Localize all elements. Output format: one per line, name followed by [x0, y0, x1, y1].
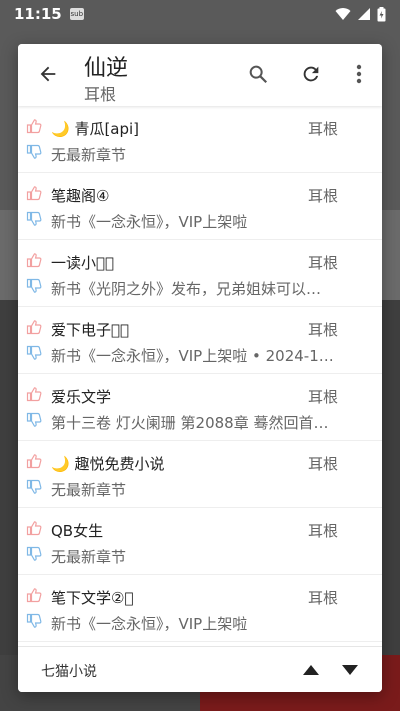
- thumb-up-icon[interactable]: [26, 453, 42, 469]
- dialog-footer: 七猫小说: [18, 646, 382, 692]
- source-row[interactable]: 笔趣阁④ 耳根新书《一念永恒》，VIP上架啦: [18, 173, 382, 240]
- signal-icon: [358, 8, 370, 20]
- book-title: 仙逆: [84, 56, 129, 81]
- thumb-down-icon[interactable]: [26, 546, 42, 562]
- source-row[interactable]: QB女生 耳根无最新章节: [18, 508, 382, 575]
- source-row[interactable]: 爱下电子书⃠ 耳根新书《一念永恒》，VIP上架啦 • 2024-1…: [18, 307, 382, 374]
- source-name: QB女生: [51, 522, 104, 540]
- source-row[interactable]: 爱乐文学 耳根第十三卷 灯火阑珊 第2088章 蓦然回首…: [18, 374, 382, 441]
- search-icon: [249, 65, 268, 84]
- thumb-up-icon[interactable]: [26, 520, 42, 536]
- notification-badge: sub: [69, 8, 84, 20]
- thumb-up-icon[interactable]: [26, 252, 42, 268]
- source-author: 耳根: [307, 522, 338, 540]
- source-row[interactable]: 一读小说⃠ 耳根新书《光阴之外》发布，兄弟姐妹可以…: [18, 240, 382, 307]
- source-author: 耳根: [307, 589, 338, 607]
- source-name: 一读小说⃠: [51, 254, 115, 272]
- search-button[interactable]: [244, 60, 272, 88]
- wifi-icon: [335, 8, 351, 20]
- source-author: 耳根: [307, 321, 338, 339]
- source-latest-chapter: 新书《一念永恒》，VIP上架啦 • 2024-1…: [51, 347, 334, 365]
- source-group-label[interactable]: 七猫小说: [41, 661, 97, 681]
- source-name: 爱下电子书⃠: [51, 321, 130, 339]
- refresh-icon: [303, 66, 319, 82]
- source-author: 耳根: [307, 254, 338, 272]
- source-author: 耳根: [307, 120, 338, 138]
- scroll-bottom-button[interactable]: [339, 661, 361, 679]
- thumb-up-icon[interactable]: [26, 386, 42, 402]
- thumb-up-icon[interactable]: [26, 185, 42, 201]
- more-vert-icon: [356, 64, 362, 84]
- source-latest-chapter: 新书《光阴之外》发布，兄弟姐妹可以…: [51, 280, 322, 298]
- thumb-down-icon[interactable]: [26, 479, 42, 495]
- triangle-down-icon: [342, 665, 358, 675]
- source-latest-chapter: 新书《一念永恒》，VIP上架啦: [51, 213, 248, 231]
- thumb-up-icon[interactable]: [26, 319, 42, 335]
- thumb-down-icon[interactable]: [26, 144, 42, 160]
- status-icons: [335, 6, 386, 22]
- source-name: 爱乐文学: [51, 388, 112, 406]
- back-button[interactable]: [34, 60, 62, 88]
- source-name: 笔趣阁④: [51, 187, 110, 205]
- thumb-down-icon[interactable]: [26, 613, 42, 629]
- thumb-down-icon[interactable]: [26, 211, 42, 227]
- book-author: 耳根: [84, 85, 117, 104]
- arrow-back-icon: [40, 66, 56, 82]
- source-list: 🌙 青瓜[api] 耳根 无最新章节 笔趣阁④ 耳根 新书《一念永恒》，VIP上架啦 一读小…: [18, 106, 382, 646]
- source-latest-chapter: 无最新章节: [51, 548, 127, 566]
- source-row[interactable]: 笔下文学②⃠ 耳根新书《一念永恒》，VIP上架啦: [18, 575, 382, 642]
- source-name: 笔下文学②⃠: [51, 589, 134, 607]
- thumb-down-icon[interactable]: [26, 278, 42, 294]
- status-bar: 11:15 sub: [0, 0, 400, 28]
- status-time: 11:15: [14, 5, 62, 23]
- scroll-top-button[interactable]: [300, 661, 322, 679]
- source-latest-chapter: 新书《一念永恒》，VIP上架啦: [51, 615, 248, 633]
- change-source-dialog: 仙逆 耳根 🌙 青瓜[api] 耳根 无最新章节 笔趣阁④ 耳根 新书《一念永恒》，VIP…: [18, 44, 382, 692]
- thumb-up-icon[interactable]: [26, 587, 42, 603]
- thumb-up-icon[interactable]: [26, 118, 42, 134]
- source-name: 🌙 趣悦免费小说: [51, 455, 165, 473]
- source-latest-chapter: 无最新章节: [51, 146, 127, 164]
- triangle-up-icon: [303, 665, 319, 675]
- refresh-button[interactable]: [297, 60, 325, 88]
- source-row[interactable]: 🌙 青瓜[api] 耳根无最新章节: [18, 106, 382, 173]
- source-author: 耳根: [307, 187, 338, 205]
- thumb-down-icon[interactable]: [26, 345, 42, 361]
- source-latest-chapter: 无最新章节: [51, 481, 127, 499]
- source-latest-chapter: 第十三卷 灯火阑珊 第2088章 蓦然回首…: [51, 414, 329, 432]
- dialog-toolbar: 仙逆 耳根: [18, 44, 382, 106]
- battery-icon: [377, 6, 386, 21]
- thumb-down-icon[interactable]: [26, 412, 42, 428]
- more-options-button[interactable]: [345, 60, 373, 88]
- source-author: 耳根: [307, 388, 338, 406]
- source-row[interactable]: 🌙 趣悦免费小说 耳根无最新章节: [18, 441, 382, 508]
- source-name: 🌙 青瓜[api]: [51, 120, 140, 138]
- source-author: 耳根: [307, 455, 338, 473]
